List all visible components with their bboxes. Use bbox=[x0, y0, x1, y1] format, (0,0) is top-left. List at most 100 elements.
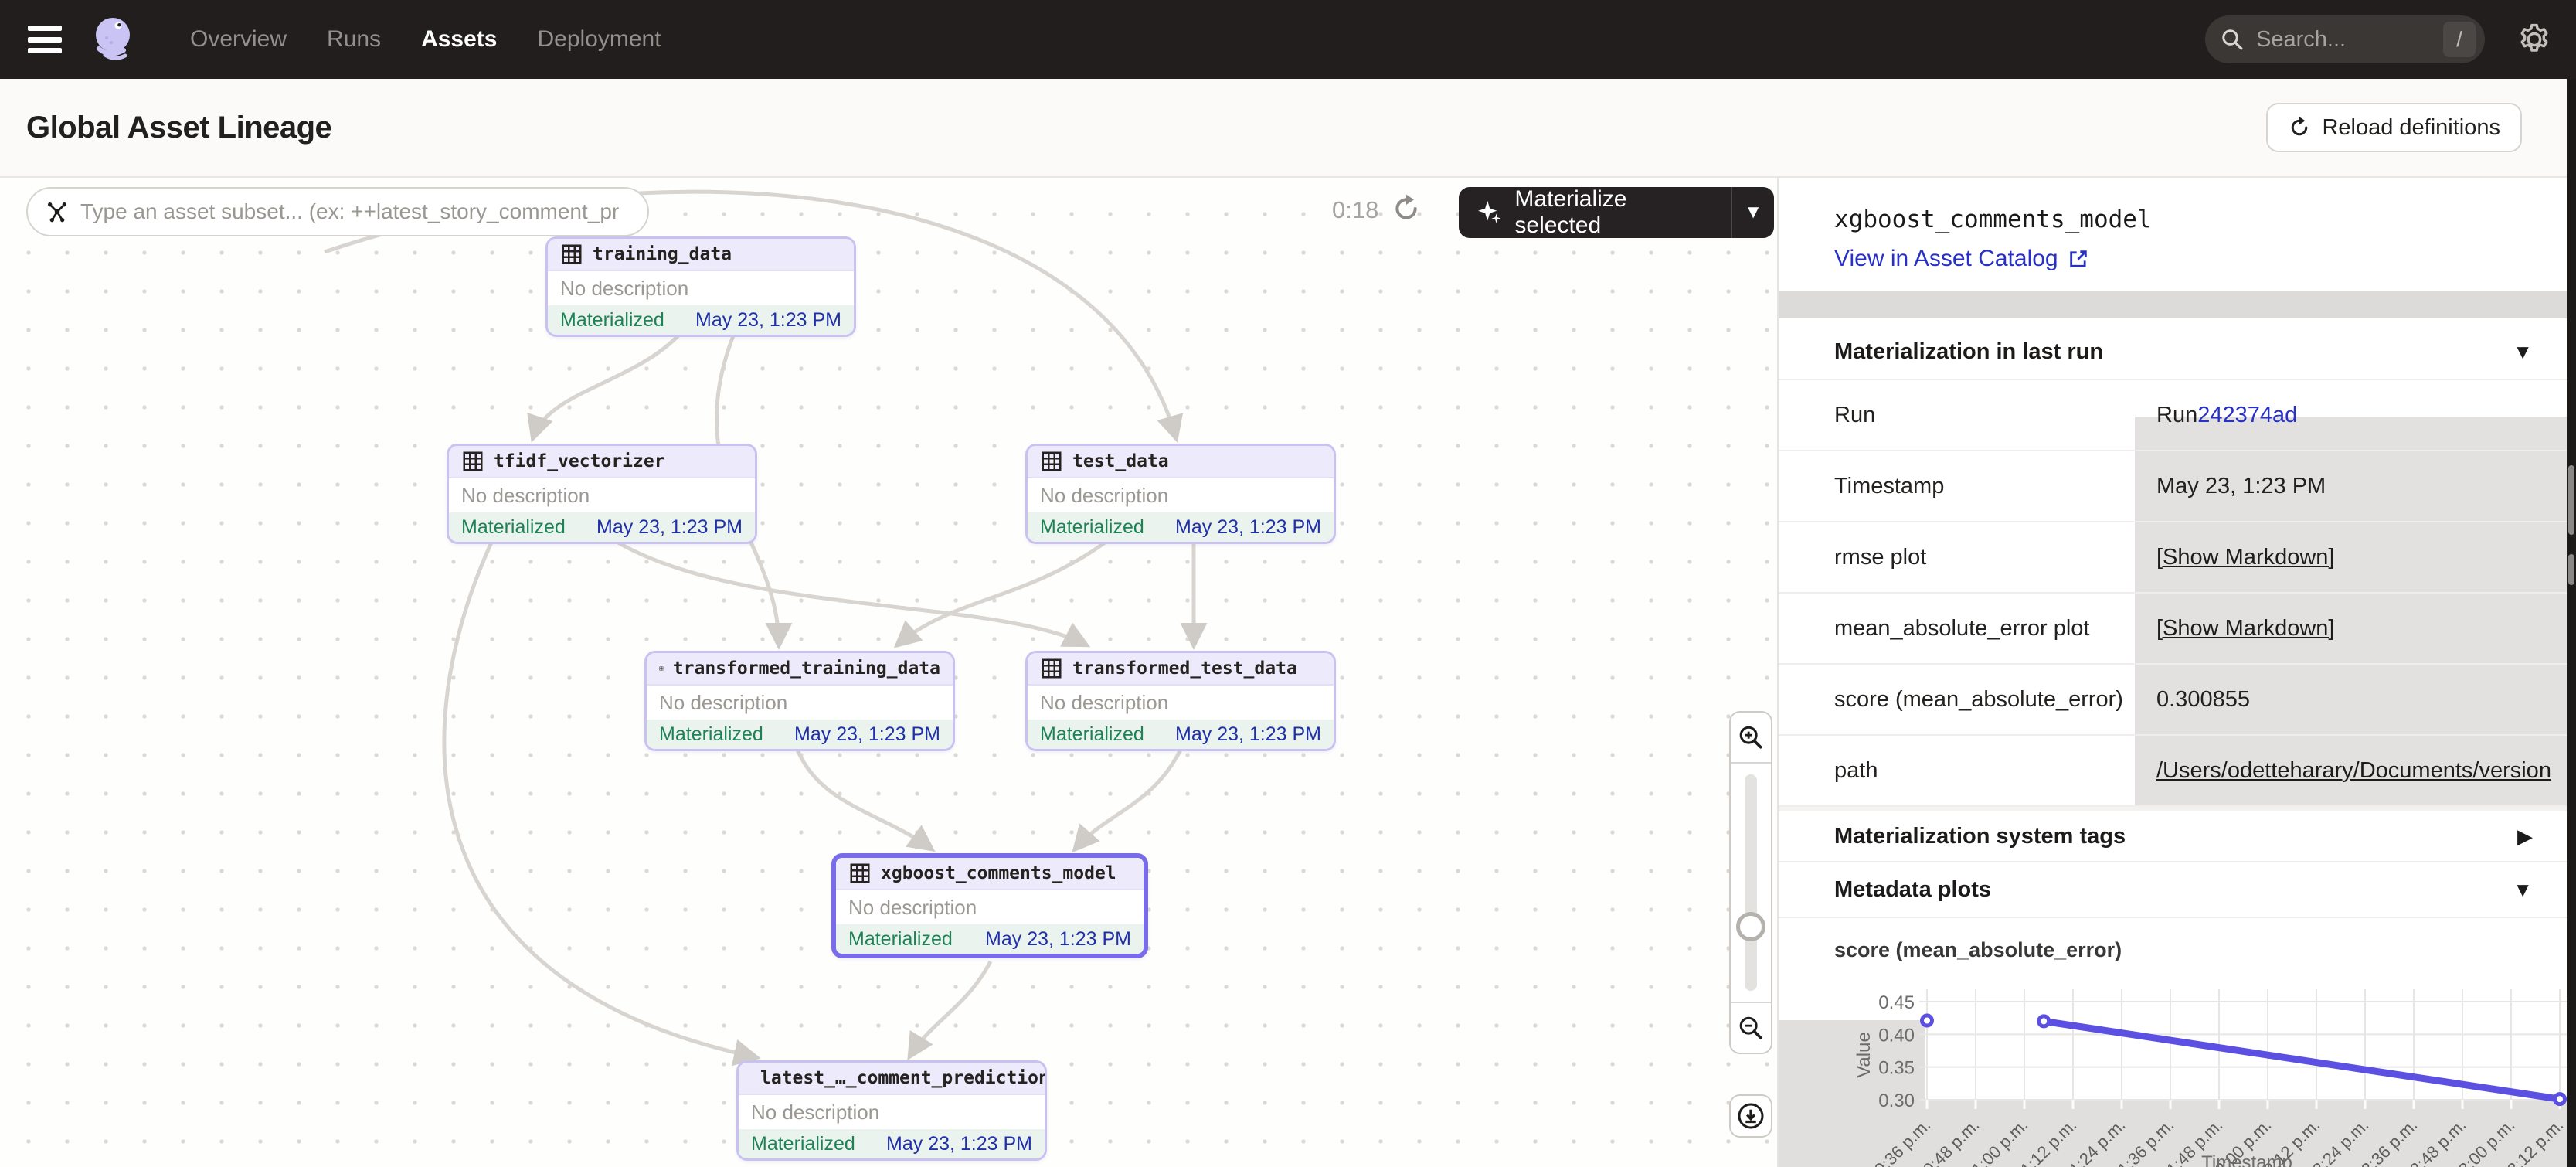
lineage-edge bbox=[1076, 750, 1181, 849]
search-shortcut-badge: / bbox=[2443, 22, 2476, 57]
refresh-timer: 0:18 bbox=[1332, 196, 1378, 224]
asset-status: Materialized bbox=[848, 928, 953, 951]
scrollbar-thumb[interactable] bbox=[2568, 554, 2574, 585]
nav-links: Overview Runs Assets Deployment bbox=[190, 26, 661, 53]
chart-point bbox=[2039, 1016, 2049, 1026]
asset-node-transformed-test-data[interactable]: transformed_test_data No description Mat… bbox=[1025, 651, 1336, 751]
asset-node-transformed-training-data[interactable]: transformed_training_data No description… bbox=[644, 651, 955, 751]
row-label: score (mean_absolute_error) bbox=[1779, 665, 2133, 734]
zoom-slider-handle[interactable] bbox=[1736, 912, 1765, 941]
asset-description: No description bbox=[1028, 686, 1334, 720]
refresh-icon[interactable] bbox=[1391, 193, 1422, 224]
metadata-plot-block: score (mean_absolute_error) 1:20:36 p.m.… bbox=[1779, 918, 2567, 1167]
asset-status: Materialized bbox=[560, 309, 664, 332]
metadata-plot-chart: 1:20:36 p.m.1:20:48 p.m.1:21:00 p.m.1:21… bbox=[1779, 989, 2567, 1167]
view-in-asset-catalog-label: View in Asset Catalog bbox=[1834, 246, 2058, 272]
external-link-icon bbox=[2068, 248, 2089, 270]
y-tick-label: 0.35 bbox=[1878, 1058, 1915, 1079]
chevron-down-icon: ▼ bbox=[2513, 878, 2533, 902]
lineage-edge bbox=[797, 750, 931, 849]
asset-status: Materialized bbox=[751, 1133, 855, 1155]
asset-name: training_data bbox=[593, 244, 732, 264]
asset-description: No description bbox=[449, 478, 755, 512]
y-tick-label: 0.30 bbox=[1878, 1090, 1915, 1111]
zoom-out-button[interactable] bbox=[1731, 1002, 1771, 1053]
dagster-logo-icon[interactable] bbox=[90, 15, 139, 64]
row-value: /Users/odetteharary/Documents/version bbox=[2133, 736, 2567, 805]
lineage-edge bbox=[533, 334, 680, 437]
table-row-timestamp: Timestamp May 23, 1:23 PM bbox=[1779, 451, 2567, 522]
show-markdown-link[interactable]: [Show Markdown] bbox=[2156, 545, 2335, 570]
materialize-selected-button[interactable]: Materialize selected ▼ bbox=[1459, 187, 1774, 238]
reload-definitions-button[interactable]: Reload definitions bbox=[2266, 103, 2522, 152]
main-content: training_data No description Materialize… bbox=[0, 178, 2576, 1167]
zoom-slider[interactable] bbox=[1731, 764, 1771, 1002]
asset-status: Materialized bbox=[1040, 516, 1144, 539]
asset-name: transformed_training_data bbox=[673, 658, 940, 679]
asset-timestamp: May 23, 1:23 PM bbox=[695, 309, 841, 332]
run-prefix: Run bbox=[2156, 403, 2197, 428]
page-header: Global Asset Lineage Reload definitions bbox=[0, 79, 2576, 178]
page-scrollbar[interactable] bbox=[2567, 79, 2576, 1167]
gear-icon[interactable] bbox=[2516, 21, 2553, 58]
path-link[interactable]: /Users/odetteharary/Documents/version bbox=[2156, 758, 2551, 784]
show-markdown-link[interactable]: [Show Markdown] bbox=[2156, 616, 2335, 641]
asset-node-tfidf-vectorizer[interactable]: tfidf_vectorizer No description Material… bbox=[447, 444, 757, 544]
asset-description: No description bbox=[548, 271, 854, 305]
view-in-asset-catalog-link[interactable]: View in Asset Catalog bbox=[1779, 233, 2567, 272]
table-icon bbox=[848, 862, 872, 885]
sparkle-icon bbox=[1476, 198, 1504, 227]
download-graph-button[interactable] bbox=[1729, 1094, 1772, 1138]
y-axis-label: Value bbox=[1854, 1032, 1874, 1078]
asset-timestamp: May 23, 1:23 PM bbox=[794, 723, 940, 746]
y-tick-label: 0.40 bbox=[1878, 1025, 1915, 1046]
zoom-out-icon bbox=[1738, 1015, 1764, 1041]
asset-node-latest-comment-predictions[interactable]: latest_…_comment_predictions No descript… bbox=[736, 1060, 1047, 1161]
section-materialization-in-last-run[interactable]: Materialization in last run ▼ bbox=[1779, 325, 2567, 380]
zoom-controls bbox=[1729, 711, 1772, 1054]
section-materialization-system-tags[interactable]: Materialization system tags ▶ bbox=[1779, 807, 2567, 862]
chevron-down-icon: ▼ bbox=[2513, 340, 2533, 364]
asset-node-xgboost-comments-model[interactable]: xgboost_comments_model No description Ma… bbox=[831, 853, 1148, 958]
run-id-link[interactable]: 242374ad bbox=[2197, 403, 2297, 428]
section-title: Materialization system tags bbox=[1834, 824, 2126, 849]
chart-point bbox=[1922, 1016, 1932, 1026]
table-row-run: Run Run 242374ad bbox=[1779, 380, 2567, 451]
nav-item-deployment[interactable]: Deployment bbox=[537, 26, 661, 53]
asset-description: No description bbox=[1028, 478, 1334, 512]
asset-node-training-data[interactable]: training_data No description Materialize… bbox=[545, 236, 856, 337]
y-tick-label: 0.45 bbox=[1878, 992, 1915, 1013]
nav-item-runs[interactable]: Runs bbox=[327, 26, 381, 53]
asset-node-test-data[interactable]: test_data No description Materialized Ma… bbox=[1025, 444, 1336, 544]
asset-name: test_data bbox=[1072, 451, 1169, 471]
materialize-selected-label: Materialize selected bbox=[1514, 186, 1711, 239]
zoom-slider-track[interactable] bbox=[1745, 774, 1757, 991]
row-value: [Show Markdown] bbox=[2133, 594, 2567, 663]
zoom-in-button[interactable] bbox=[1731, 713, 1771, 764]
asset-timestamp: May 23, 1:23 PM bbox=[1175, 723, 1321, 746]
scrollbar-thumb[interactable] bbox=[2568, 465, 2574, 535]
asset-subset-input[interactable] bbox=[80, 199, 630, 224]
materialize-dropdown-caret[interactable]: ▼ bbox=[1732, 202, 1774, 223]
search-placeholder: Search... bbox=[2256, 27, 2443, 53]
zoom-in-icon bbox=[1738, 724, 1764, 750]
lineage-edge bbox=[618, 543, 1086, 645]
nav-item-overview[interactable]: Overview bbox=[190, 26, 287, 53]
row-label: rmse plot bbox=[1779, 522, 2133, 592]
menu-icon[interactable] bbox=[23, 22, 66, 56]
table-row-path: path /Users/odetteharary/Documents/versi… bbox=[1779, 736, 2567, 807]
section-metadata-plots[interactable]: Metadata plots ▼ bbox=[1779, 862, 2567, 918]
lineage-canvas[interactable]: training_data No description Materialize… bbox=[0, 178, 1779, 1167]
asset-status: Materialized bbox=[461, 516, 566, 539]
table-icon bbox=[659, 657, 664, 680]
asset-name: xgboost_comments_model bbox=[881, 863, 1116, 883]
lineage-edge bbox=[910, 961, 991, 1056]
chart-title: score (mean_absolute_error) bbox=[1834, 938, 2122, 961]
nav-item-assets[interactable]: Assets bbox=[421, 26, 497, 53]
asset-description: No description bbox=[647, 686, 953, 720]
table-row-mae-plot: mean_absolute_error plot [Show Markdown] bbox=[1779, 594, 2567, 665]
table-icon bbox=[560, 243, 583, 266]
search-input[interactable]: Search... / bbox=[2205, 15, 2485, 63]
asset-subset-filter[interactable] bbox=[26, 187, 649, 236]
row-value: May 23, 1:23 PM bbox=[2133, 451, 2567, 521]
